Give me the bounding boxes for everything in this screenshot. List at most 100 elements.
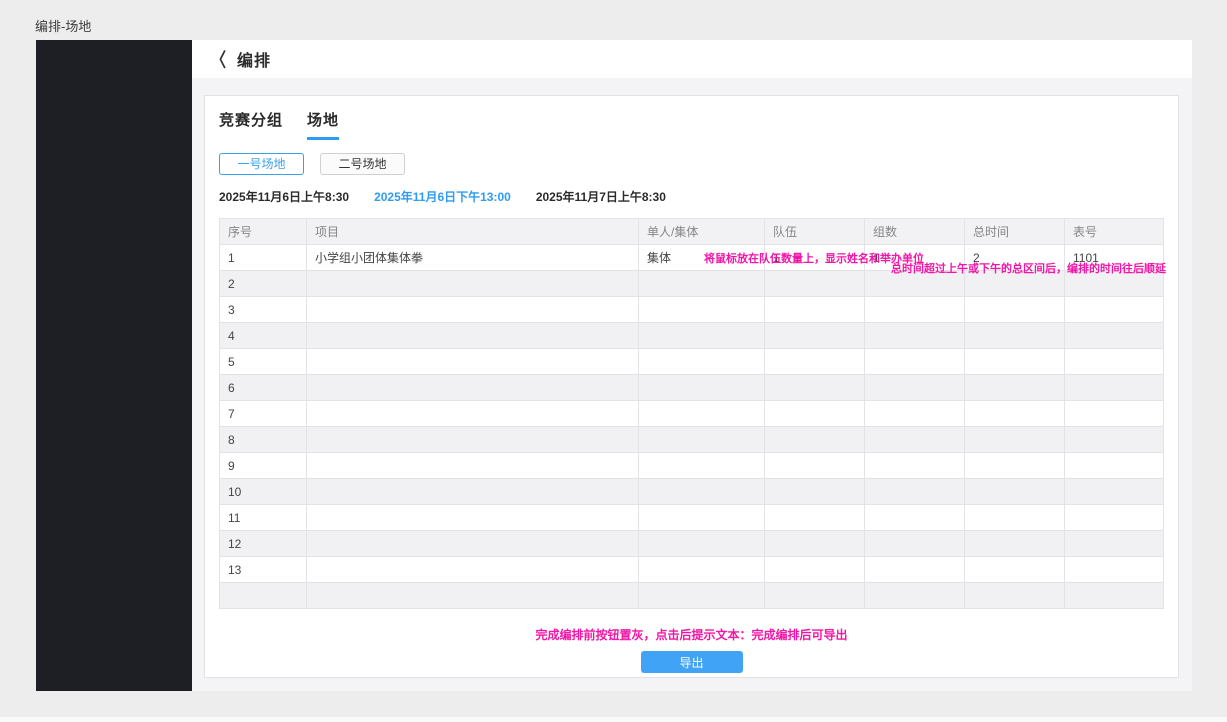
table-cell: 1101 (1065, 245, 1164, 271)
column-header: 队伍 (765, 219, 865, 245)
table-cell (307, 557, 639, 583)
table-cell (1065, 453, 1164, 479)
table-cell (1065, 531, 1164, 557)
venue-2-button[interactable]: 二号场地 (320, 153, 405, 175)
table-cell (307, 531, 639, 557)
table-body: 1小学组小团体集体拳集体11211012345678910111213 (220, 245, 1164, 609)
table-cell (1065, 375, 1164, 401)
table-cell (765, 479, 865, 505)
schedule-table-wrap: 序号 项目 单人/集体 队伍 组数 总时间 表号 1小学组小团体集体拳集体112… (219, 218, 1164, 609)
table-cell (1065, 479, 1164, 505)
column-header: 表号 (1065, 219, 1164, 245)
table-cell: 7 (220, 401, 307, 427)
table-cell (965, 271, 1065, 297)
page-title: 编排 (237, 47, 271, 71)
table-cell: 集体 (639, 245, 765, 271)
export-note: 完成编排前按钮置灰，点击后提示文本：完成编排后可导出 (219, 626, 1164, 643)
table-cell: 6 (220, 375, 307, 401)
table-cell (965, 505, 1065, 531)
table-cell (765, 349, 865, 375)
table-cell (1065, 323, 1164, 349)
table-cell (1065, 401, 1164, 427)
table-cell (965, 531, 1065, 557)
table-cell (865, 323, 965, 349)
table-cell (220, 583, 307, 609)
table-cell: 11 (220, 505, 307, 531)
table-cell (765, 323, 865, 349)
table-cell (965, 557, 1065, 583)
table-cell (765, 453, 865, 479)
table-cell: 2 (965, 245, 1065, 271)
table-cell (307, 323, 639, 349)
table-cell (965, 323, 1065, 349)
table-cell (965, 479, 1065, 505)
back-icon[interactable]: 〈 (211, 46, 226, 72)
table-cell: 1 (765, 245, 865, 271)
table-row: 4 (220, 323, 1164, 349)
venue-1-button[interactable]: 一号场地 (219, 153, 304, 175)
table-row: 3 (220, 297, 1164, 323)
tab-competition-groups[interactable]: 竞赛分组 (219, 109, 283, 140)
table-cell (639, 427, 765, 453)
table-cell (765, 271, 865, 297)
table-row: 5 (220, 349, 1164, 375)
session-nov6-afternoon[interactable]: 2025年11月6日下午13:00 (374, 188, 511, 205)
schedule-table: 序号 项目 单人/集体 队伍 组数 总时间 表号 1小学组小团体集体拳集体112… (219, 218, 1164, 609)
table-cell (639, 557, 765, 583)
tab-bar: 竞赛分组 场地 (219, 96, 1164, 140)
tab-venue[interactable]: 场地 (307, 109, 339, 140)
table-row: 11 (220, 505, 1164, 531)
table-cell (1065, 557, 1164, 583)
table-cell (765, 505, 865, 531)
table-row: 6 (220, 375, 1164, 401)
table-cell (765, 557, 865, 583)
table-cell (307, 297, 639, 323)
table-cell (1065, 271, 1164, 297)
table-cell: 8 (220, 427, 307, 453)
table-cell (765, 401, 865, 427)
table-cell (765, 375, 865, 401)
table-header-row: 序号 项目 单人/集体 队伍 组数 总时间 表号 (220, 219, 1164, 245)
table-cell (865, 427, 965, 453)
app-frame: 〈 编排 竞赛分组 场地 一号场地 二号场地 2025年11月6日上午8:30 … (36, 40, 1192, 691)
table-cell (865, 297, 965, 323)
table-cell (965, 401, 1065, 427)
venue-switcher: 一号场地 二号场地 (219, 153, 1164, 175)
session-nov6-morning[interactable]: 2025年11月6日上午8:30 (219, 188, 349, 205)
table-cell: 9 (220, 453, 307, 479)
table-row: 9 (220, 453, 1164, 479)
table-cell (639, 453, 765, 479)
table-cell: 5 (220, 349, 307, 375)
column-header: 项目 (307, 219, 639, 245)
table-cell (307, 479, 639, 505)
table-cell (639, 401, 765, 427)
window-title-label: 编排-场地 (35, 16, 91, 35)
session-nov7-morning[interactable]: 2025年11月7日上午8:30 (536, 188, 666, 205)
table-cell (865, 375, 965, 401)
export-button[interactable]: 导出 (641, 651, 743, 673)
table-row: 12 (220, 531, 1164, 557)
table-cell: 4 (220, 323, 307, 349)
table-cell (765, 531, 865, 557)
table-cell: 1 (220, 245, 307, 271)
table-cell (965, 375, 1065, 401)
table-cell (307, 505, 639, 531)
content-card: 竞赛分组 场地 一号场地 二号场地 2025年11月6日上午8:30 2025年… (204, 95, 1179, 678)
table-row (220, 583, 1164, 609)
table-cell (965, 453, 1065, 479)
table-cell (639, 349, 765, 375)
session-switcher: 2025年11月6日上午8:30 2025年11月6日下午13:00 2025年… (219, 188, 1164, 205)
table-cell (865, 349, 965, 375)
page-header: 〈 编排 (192, 40, 1192, 78)
table-cell (639, 531, 765, 557)
table-cell (965, 297, 1065, 323)
table-cell (639, 583, 765, 609)
table-cell (1065, 505, 1164, 531)
table-cell (865, 453, 965, 479)
table-cell (639, 505, 765, 531)
table-cell (1065, 427, 1164, 453)
table-cell (307, 375, 639, 401)
table-cell (307, 271, 639, 297)
column-header: 序号 (220, 219, 307, 245)
table-row: 1小学组小团体集体拳集体1121101 (220, 245, 1164, 271)
